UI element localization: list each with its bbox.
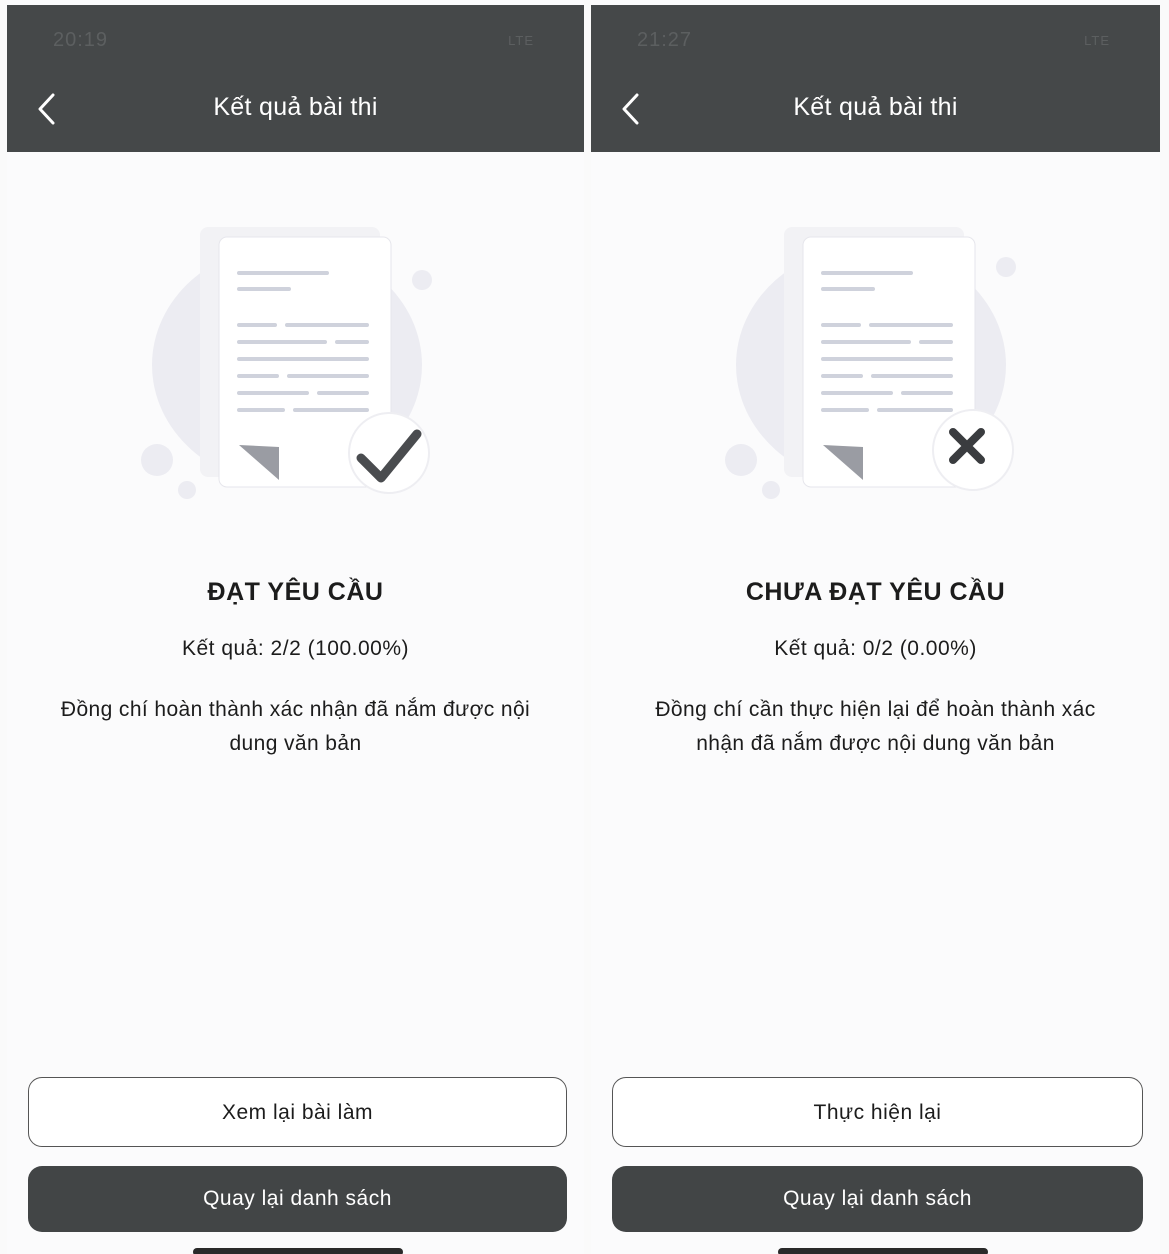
- back-to-list-button[interactable]: Quay lại danh sách: [28, 1166, 567, 1232]
- result-score: Kết quả: 2/2 (100.00%): [182, 637, 409, 660]
- document-illustration: [711, 205, 1031, 515]
- page-title: Kết quả bài thi: [793, 93, 958, 121]
- app-header: 21:27 LTE Kết quả bài thi: [591, 5, 1160, 152]
- checkmark-icon: [347, 420, 431, 492]
- back-to-list-button[interactable]: Quay lại danh sách: [612, 1166, 1143, 1232]
- result-status-heading: CHƯA ĐẠT YÊU CẦU: [745, 578, 1006, 606]
- result-message: Đồng chí cần thực hiện lại để hoàn thành…: [655, 698, 1096, 755]
- status-time: 21:27: [637, 29, 693, 51]
- page-title: Kết quả bài thi: [213, 93, 378, 121]
- status-network: LTE: [508, 33, 534, 48]
- x-mark-icon: [947, 426, 987, 466]
- result-screen-passed: 20:19 LTE Kết quả bài thi ĐẠT YÊU CẦU Kế…: [7, 0, 584, 1254]
- retry-button[interactable]: Thực hiện lại: [612, 1077, 1143, 1147]
- status-time: 20:19: [53, 29, 109, 51]
- status-network: LTE: [1084, 33, 1110, 48]
- home-indicator: [193, 1248, 403, 1254]
- result-message: Đồng chí hoàn thành xác nhận đã nắm được…: [60, 698, 531, 755]
- home-indicator: [778, 1248, 988, 1254]
- result-score: Kết quả: 0/2 (0.00%): [774, 637, 977, 660]
- result-screen-failed: 21:27 LTE Kết quả bài thi CHƯA ĐẠT YÊU C…: [591, 0, 1160, 1254]
- app-header: 20:19 LTE Kết quả bài thi: [7, 5, 584, 152]
- result-status-heading: ĐẠT YÊU CẦU: [207, 578, 384, 606]
- review-answers-button[interactable]: Xem lại bài làm: [28, 1077, 567, 1147]
